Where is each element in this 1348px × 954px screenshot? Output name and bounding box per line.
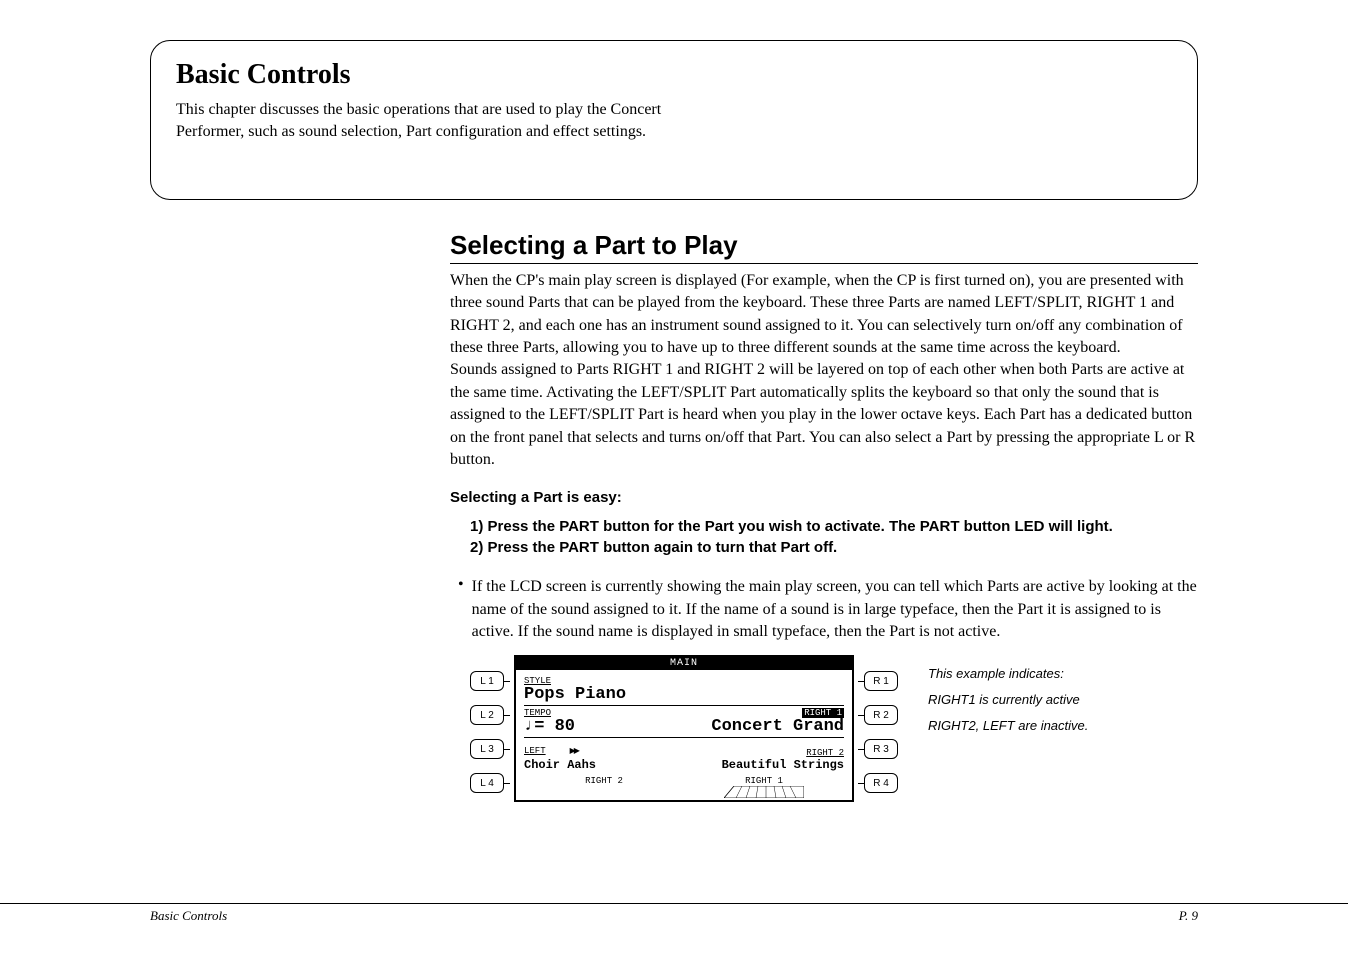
bullet-marker: • — [458, 576, 464, 643]
section-paragraph-1: When the CP's main play screen is displa… — [450, 272, 1184, 356]
button-r1: R 1 — [864, 671, 898, 691]
chapter-box: Basic Controls This chapter discusses th… — [150, 40, 1198, 200]
lcd-left-label: LEFT — [524, 746, 546, 756]
caption-line-1: This example indicates: — [928, 661, 1088, 687]
chapter-title: Basic Controls — [176, 59, 1172, 91]
caption-line-3: RIGHT2, LEFT are inactive. — [928, 713, 1088, 739]
left-side-buttons: L 1 L 2 L 3 L 4 — [470, 655, 510, 793]
footer-page-number: P. 9 — [1179, 908, 1198, 924]
lcd-row-1: STYLE Pops Piano — [524, 674, 844, 706]
lcd-footer-row: RIGHT 2 RIGHT 1 — [516, 774, 852, 786]
lcd-right2-value: Beautiful Strings — [722, 758, 844, 772]
button-r4: R 4 — [864, 773, 898, 793]
diagram-area: L 1 L 2 L 3 L 4 MAIN STYLE Pops Piano — [470, 655, 1198, 802]
lcd-row-2: TEMPO ♩= 80 RIGHT 1 Concert Grand — [524, 706, 844, 738]
lcd-row-3: LEFT ▶▶ Choir Aahs RIGHT 2 Beautiful Str… — [524, 738, 844, 774]
step-1: 1) Press the PART button for the Part yo… — [470, 516, 1198, 537]
button-r3: R 3 — [864, 739, 898, 759]
caption-line-2: RIGHT1 is currently active — [928, 687, 1088, 713]
bullet-text: If the LCD screen is currently showing t… — [472, 576, 1198, 643]
step-2: 2) Press the PART button again to turn t… — [470, 537, 1198, 558]
section-content: Selecting a Part to Play When the CP's m… — [450, 230, 1198, 803]
subheading: Selecting a Part is easy: — [450, 489, 1198, 506]
page-footer: Basic Controls P. 9 — [0, 903, 1348, 924]
lcd-tempo-value: ♩= 80 — [524, 718, 575, 735]
button-l3: L 3 — [470, 739, 504, 759]
section-title: Selecting a Part to Play — [450, 230, 1198, 264]
section-body: When the CP's main play screen is displa… — [450, 270, 1198, 472]
lcd-right1-value: Concert Grand — [711, 718, 844, 735]
lcd-footer-right1: RIGHT 1 — [684, 776, 844, 786]
right-side-buttons: R 1 R 2 R 3 R 4 — [858, 655, 898, 793]
button-l2: L 2 — [470, 705, 504, 725]
section-paragraph-2: Sounds assigned to Parts RIGHT 1 and RIG… — [450, 361, 1195, 468]
arrow-icon: ▶▶ — [570, 746, 578, 755]
lcd-footer-right2: RIGHT 2 — [524, 776, 684, 786]
diagram-caption: This example indicates: RIGHT1 is curren… — [928, 655, 1088, 739]
bullet-item: • If the LCD screen is currently showing… — [458, 576, 1198, 643]
button-l1: L 1 — [470, 671, 504, 691]
lcd-left-value: Choir Aahs — [524, 758, 596, 772]
footer-left: Basic Controls — [150, 908, 227, 924]
button-l4: L 4 — [470, 773, 504, 793]
keyboard-icon — [724, 786, 804, 798]
lcd-screen: MAIN STYLE Pops Piano TEMPO — [514, 655, 854, 802]
lcd-assembly: L 1 L 2 L 3 L 4 MAIN STYLE Pops Piano — [470, 655, 898, 802]
lcd-header: MAIN — [516, 657, 852, 670]
lcd-style-value: Pops Piano — [524, 686, 626, 703]
chapter-description: This chapter discusses the basic operati… — [176, 99, 676, 144]
button-r2: R 2 — [864, 705, 898, 725]
lcd-right2-label: RIGHT 2 — [806, 748, 844, 758]
steps-list: 1) Press the PART button for the Part yo… — [470, 516, 1198, 558]
